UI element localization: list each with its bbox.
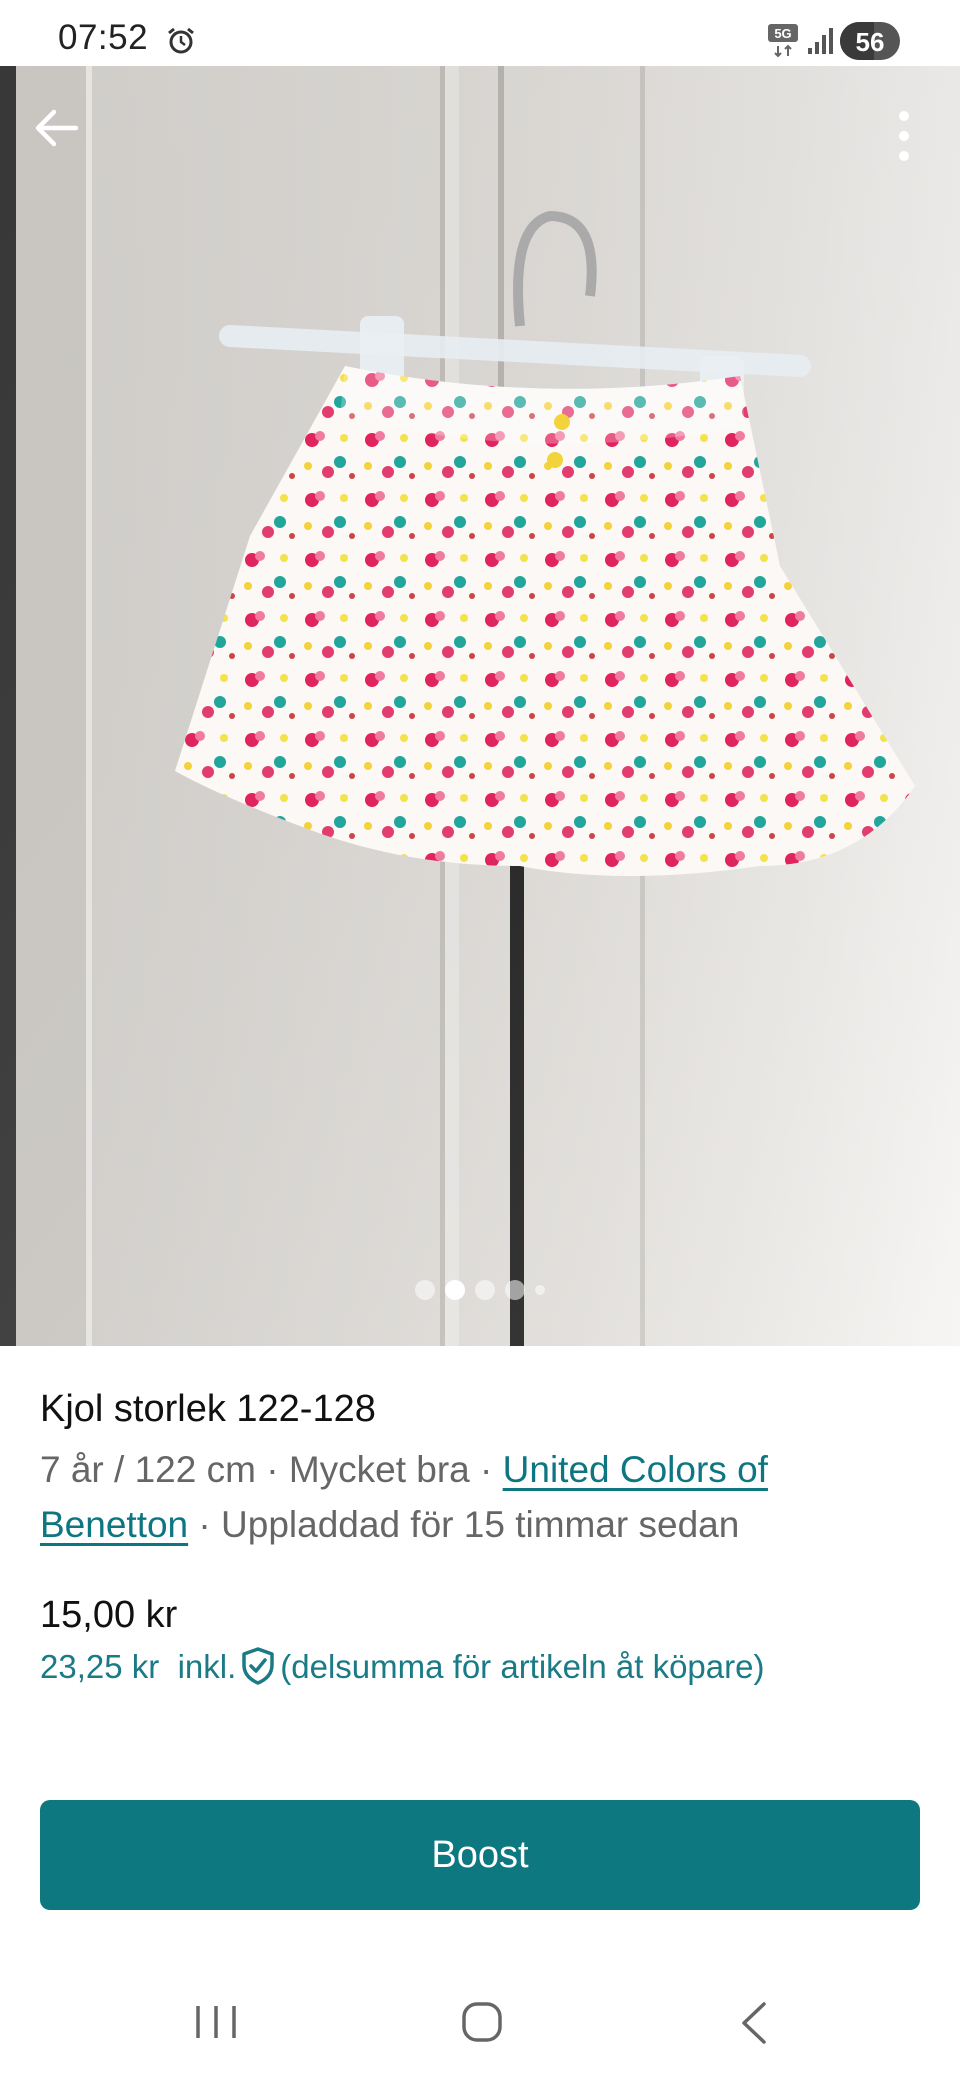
skirt-photo-image bbox=[0, 66, 960, 1346]
network-5g-icon: 5G bbox=[768, 24, 798, 58]
incl-note: (delsumma för artikeln åt köpare) bbox=[280, 1648, 765, 1685]
size-text: 7 år / 122 cm bbox=[40, 1449, 256, 1490]
price: 15,00 kr bbox=[40, 1594, 178, 1636]
system-nav-bar bbox=[0, 1960, 960, 2080]
more-options-icon[interactable] bbox=[880, 106, 920, 166]
gallery-dot bbox=[535, 1285, 545, 1295]
separator: · bbox=[188, 1504, 222, 1545]
alarm-icon bbox=[168, 27, 194, 54]
boost-button[interactable]: Boost bbox=[40, 1800, 920, 1910]
gallery-dot bbox=[505, 1280, 525, 1300]
price-incl-row[interactable]: 23,25 kr inkl. (delsumma för artikeln åt… bbox=[40, 1647, 765, 1686]
signal-icon bbox=[808, 28, 833, 54]
recent-apps-icon[interactable] bbox=[194, 2002, 238, 2042]
shield-check-icon bbox=[242, 1647, 275, 1686]
status-time: 07:52 bbox=[58, 18, 149, 57]
listing-photo[interactable] bbox=[0, 66, 960, 1346]
status-bar: 07:52 5G 56 bbox=[0, 0, 960, 66]
separator: · bbox=[469, 1449, 503, 1490]
uploaded-text: Uppladdad för 15 timmar sedan bbox=[221, 1504, 740, 1545]
gallery-pagination bbox=[0, 1280, 960, 1304]
svg-text:5G: 5G bbox=[774, 26, 791, 41]
nav-back-icon[interactable] bbox=[736, 2000, 770, 2046]
listing-title: Kjol storlek 122-128 bbox=[40, 1388, 376, 1430]
incl-label: inkl. bbox=[177, 1648, 237, 1685]
home-icon[interactable] bbox=[460, 2000, 504, 2044]
battery-level: 56 bbox=[855, 27, 885, 57]
battery-icon: 56 bbox=[840, 22, 900, 60]
gallery-dot bbox=[475, 1280, 495, 1300]
gallery-dot bbox=[445, 1280, 465, 1300]
condition-text: Mycket bra bbox=[288, 1449, 470, 1490]
price-incl-value: 23,25 kr bbox=[40, 1648, 160, 1685]
back-arrow-icon[interactable] bbox=[28, 100, 84, 156]
gallery-dot bbox=[415, 1280, 435, 1300]
listing-meta: 7 år / 122 cm · Mycket bra · United Colo… bbox=[40, 1442, 920, 1552]
separator: · bbox=[255, 1449, 289, 1490]
